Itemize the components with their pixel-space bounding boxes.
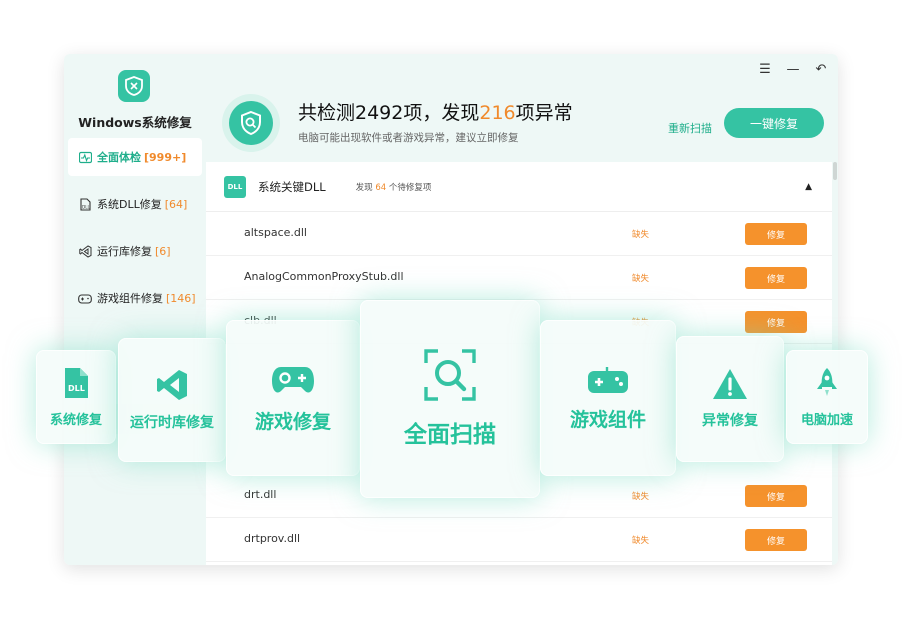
dll-filename: drt.dll <box>244 488 277 501</box>
dll-filename: altspace.dll <box>244 226 307 239</box>
found-count: 64 <box>375 182 387 193</box>
card-label: 系统修复 <box>49 412 102 428</box>
scan-summary-subline: 电脑可能出现软件或者游戏异常，建议立即修复 <box>298 132 519 144</box>
menu-icon[interactable]: ☰ <box>758 62 772 77</box>
visual-studio-icon <box>78 244 92 258</box>
sidebar: Windows系统修复 全面体检 [999+] DLL 系统DLL修复 [64] <box>64 54 206 565</box>
app-title: Windows系统修复 <box>78 115 192 130</box>
status-badge: 缺失 <box>632 274 650 284</box>
visual-studio-icon <box>157 370 187 400</box>
table-row: drtprov.dll 缺失 修复 <box>206 518 832 562</box>
sidebar-item-label: 系统DLL修复 <box>97 198 162 211</box>
headline-prefix: 共检测2492项，发现 <box>298 102 480 124</box>
status-badge: 缺失 <box>632 536 650 546</box>
fix-button[interactable]: 修复 <box>745 485 807 507</box>
shield-scan-icon <box>222 94 280 152</box>
back-icon[interactable]: ↶ <box>814 62 828 77</box>
card-pc-speedup[interactable]: 电脑加速 <box>786 350 868 444</box>
window-controls: ☰ — ↶ <box>758 62 828 77</box>
card-anomaly-repair[interactable]: 异常修复 <box>676 336 784 462</box>
warning-icon <box>713 369 747 399</box>
card-system-repair[interactable]: DLL 系统修复 <box>36 350 116 444</box>
card-label: 全面扫描 <box>404 422 496 448</box>
app-logo-icon <box>118 70 150 102</box>
card-label: 运行时库修复 <box>130 415 214 431</box>
card-label: 异常修复 <box>702 413 758 429</box>
anomaly-count: 216 <box>479 102 516 124</box>
dll-filename: AnalogCommonProxyStub.dll <box>244 270 404 283</box>
card-game-repair[interactable]: 游戏修复 <box>226 320 360 476</box>
sidebar-item-label: 游戏组件修复 <box>97 292 163 305</box>
section-title: 系统关键DLL <box>258 179 326 194</box>
sidebar-item-label: 全面体检 <box>97 151 141 164</box>
table-row: altspace.dll 缺失 修复 <box>206 212 832 256</box>
status-badge: 缺失 <box>632 230 650 240</box>
dll-file-icon: DLL <box>224 175 246 198</box>
section-found-count: 发现 64 个待修复项 <box>356 181 432 193</box>
found-suffix: 个待修复项 <box>388 182 432 193</box>
rocket-icon <box>817 367 837 396</box>
sidebar-item-count: [999+] <box>144 150 187 164</box>
gamepad-icon <box>78 291 92 305</box>
fix-button[interactable]: 修复 <box>745 529 807 551</box>
rescan-link[interactable]: 重新扫描 <box>668 120 712 136</box>
fix-button[interactable]: 修复 <box>745 311 807 333</box>
game-controller-icon <box>588 366 628 393</box>
sidebar-item-runtime[interactable]: 运行库修复 [6] <box>68 232 202 270</box>
sidebar-item-dll[interactable]: DLL 系统DLL修复 [64] <box>68 185 202 223</box>
section-header[interactable]: DLL 系统关键DLL 发现 64 个待修复项 ▲ <box>206 162 832 212</box>
card-label: 电脑加速 <box>800 412 853 428</box>
gamepad-icon <box>272 366 314 393</box>
sidebar-item-count: [6] <box>155 244 171 258</box>
pulse-icon <box>78 150 92 164</box>
minimize-icon[interactable]: — <box>786 62 800 77</box>
sidebar-item-label: 运行库修复 <box>97 245 152 258</box>
svg-text:DLL: DLL <box>68 384 85 393</box>
card-game-components[interactable]: 游戏组件 <box>540 320 676 476</box>
headline-suffix: 项异常 <box>515 102 573 124</box>
card-label: 游戏组件 <box>569 408 646 431</box>
sidebar-item-count: [64] <box>164 197 188 211</box>
svg-text:DLL: DLL <box>82 204 91 209</box>
fix-all-button[interactable]: 一键修复 <box>724 108 824 138</box>
card-runtime-repair[interactable]: 运行时库修复 <box>118 338 226 462</box>
dll-filename: drtprov.dll <box>244 532 301 545</box>
scan-magnifier-icon <box>424 349 476 401</box>
fix-button[interactable]: 修复 <box>745 267 807 289</box>
status-badge: 缺失 <box>632 492 650 502</box>
fix-button[interactable]: 修复 <box>745 223 807 245</box>
stage: Windows系统修复 全面体检 [999+] DLL 系统DLL修复 [64] <box>0 0 904 628</box>
sidebar-item-count: [146] <box>166 291 196 305</box>
dll-file-icon: DLL <box>65 367 88 398</box>
card-full-scan[interactable]: 全面扫描 <box>360 300 540 498</box>
collapse-icon[interactable]: ▲ <box>805 182 812 192</box>
found-prefix: 发现 <box>355 182 373 193</box>
card-label: 游戏修复 <box>254 410 331 433</box>
dll-icon: DLL <box>78 197 92 211</box>
sidebar-item-game-components[interactable]: 游戏组件修复 [146] <box>68 279 202 317</box>
scan-summary-headline: 共检测2492项，发现216项异常 <box>298 98 573 125</box>
scrollbar[interactable] <box>833 162 837 180</box>
sidebar-item-full-check[interactable]: 全面体检 [999+] <box>68 138 202 176</box>
table-row: AnalogCommonProxyStub.dll 缺失 修复 <box>206 256 832 300</box>
